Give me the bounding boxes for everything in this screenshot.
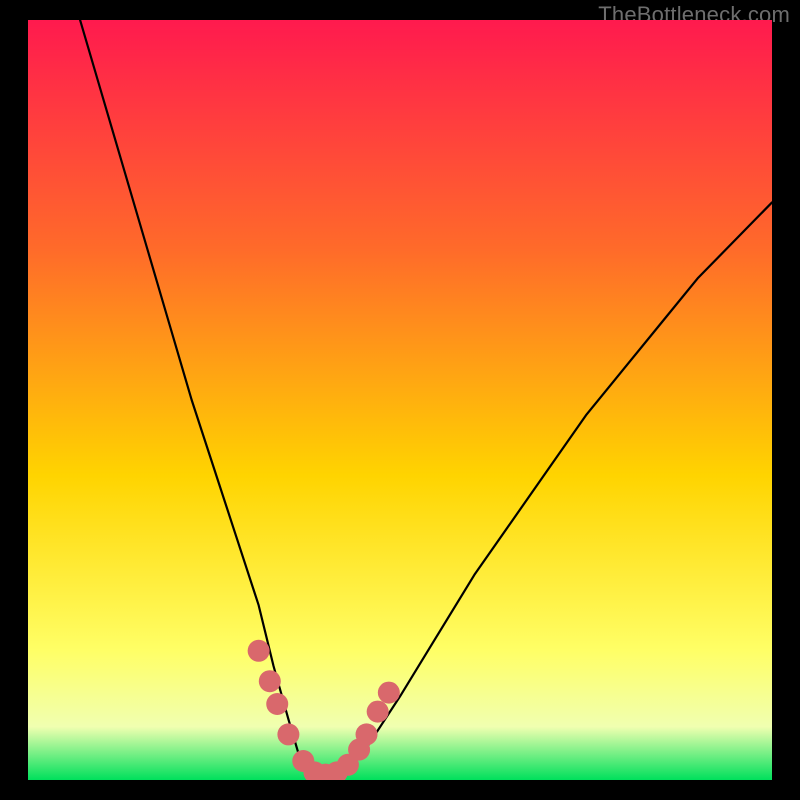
marker-dot bbox=[378, 682, 400, 704]
marker-dot bbox=[277, 723, 299, 745]
marker-dot bbox=[266, 693, 288, 715]
marker-dot bbox=[367, 701, 389, 723]
gradient-background bbox=[28, 20, 772, 780]
chart-frame: TheBottleneck.com bbox=[0, 0, 800, 800]
marker-dot bbox=[356, 723, 378, 745]
marker-dot bbox=[248, 640, 270, 662]
bottleneck-chart bbox=[28, 20, 772, 780]
marker-dot bbox=[259, 670, 281, 692]
